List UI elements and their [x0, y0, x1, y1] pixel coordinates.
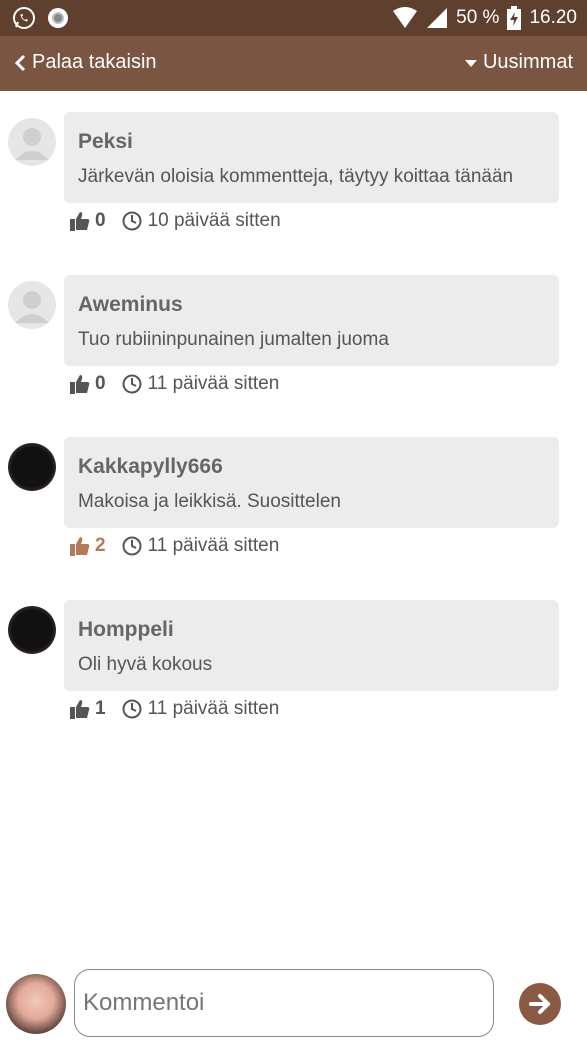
comment-meta: 2 11 päivää sitten — [70, 535, 279, 557]
time-label: 11 päivää sitten — [147, 535, 280, 556]
chevron-left-icon — [14, 54, 26, 71]
comment-bubble: Homppeli Oli hyvä kokous — [64, 600, 559, 691]
notification-icon — [48, 8, 68, 28]
avatar — [8, 281, 56, 329]
back-button[interactable]: Palaa takaisin — [14, 51, 157, 74]
avatar — [8, 443, 56, 491]
sort-dropdown[interactable]: Uusimmat — [464, 51, 573, 74]
comment-author: Aweminus — [78, 293, 183, 316]
thumbs-up-icon — [70, 375, 90, 394]
comment-time: 11 päivää sitten — [122, 535, 280, 557]
comment-meta: 0 11 päivää sitten — [70, 373, 279, 395]
default-user-icon — [15, 128, 49, 160]
clock-icon — [122, 699, 142, 719]
battery-percent: 50 % — [456, 7, 500, 28]
comment-text: Järkevän oloisia kommentteja, täytyy koi… — [78, 166, 514, 187]
comment-bubble: Kakkapylly666 Makoisa ja leikkisä. Suosi… — [64, 437, 559, 528]
comment-meta: 0 10 päivää sitten — [70, 210, 281, 232]
battery-charging-icon — [507, 6, 522, 30]
time-label: 11 päivää sitten — [147, 698, 280, 719]
comment-item: Peksi Järkevän oloisia kommentteja, täyt… — [0, 112, 587, 252]
default-user-icon — [15, 291, 49, 323]
current-user-avatar — [6, 974, 66, 1034]
like-count: 1 — [95, 698, 106, 719]
avatar — [8, 118, 56, 166]
comment-item: Homppeli Oli hyvä kokous 1 11 päivää sit… — [0, 600, 587, 740]
comment-meta: 1 11 päivää sitten — [70, 698, 279, 720]
comment-item: Kakkapylly666 Makoisa ja leikkisä. Suosi… — [0, 437, 587, 577]
comment-author: Peksi — [78, 130, 133, 153]
comment-item: Aweminus Tuo rubiininpunainen jumalten j… — [0, 275, 587, 415]
time-label: 11 päivää sitten — [147, 373, 280, 394]
like-button[interactable]: 1 — [70, 698, 106, 720]
comment-text: Oli hyvä kokous — [78, 654, 213, 675]
caret-down-icon — [464, 59, 477, 67]
comment-author: Kakkapylly666 — [78, 455, 223, 478]
send-button[interactable] — [519, 983, 561, 1025]
like-count: 2 — [95, 535, 106, 556]
clock: 16.20 — [529, 7, 577, 28]
thumbs-up-icon — [70, 700, 90, 719]
like-count: 0 — [95, 210, 106, 231]
comment-time: 11 päivää sitten — [122, 373, 280, 395]
comment-time: 11 päivää sitten — [122, 698, 280, 720]
like-button[interactable]: 0 — [70, 210, 106, 232]
wifi-icon — [393, 7, 418, 28]
comment-composer — [0, 960, 587, 1044]
comment-text: Tuo rubiininpunainen jumalten juoma — [78, 329, 389, 350]
like-button[interactable]: 2 — [70, 535, 106, 557]
nav-bar: Palaa takaisin Uusimmat — [0, 36, 587, 91]
clock-icon — [122, 536, 142, 556]
clock-icon — [122, 374, 142, 394]
comment-input[interactable] — [74, 969, 494, 1037]
comment-bubble: Peksi Järkevän oloisia kommentteja, täyt… — [64, 112, 559, 203]
comment-time: 10 päivää sitten — [122, 210, 281, 232]
whatsapp-icon — [13, 7, 35, 29]
arrow-right-icon — [529, 994, 550, 1014]
clock-icon — [122, 211, 142, 231]
back-label: Palaa takaisin — [32, 51, 157, 73]
signal-icon — [427, 8, 448, 28]
avatar — [8, 606, 56, 654]
sort-label: Uusimmat — [482, 51, 573, 73]
status-bar: 50 % 16.20 — [0, 0, 587, 36]
thumbs-up-icon — [70, 537, 90, 556]
thumbs-up-icon — [70, 212, 90, 231]
comment-bubble: Aweminus Tuo rubiininpunainen jumalten j… — [64, 275, 559, 366]
time-label: 10 päivää sitten — [147, 210, 281, 231]
like-count: 0 — [95, 373, 106, 394]
comment-text: Makoisa ja leikkisä. Suosittelen — [78, 491, 341, 512]
comment-author: Homppeli — [78, 618, 174, 641]
like-button[interactable]: 0 — [70, 373, 106, 395]
